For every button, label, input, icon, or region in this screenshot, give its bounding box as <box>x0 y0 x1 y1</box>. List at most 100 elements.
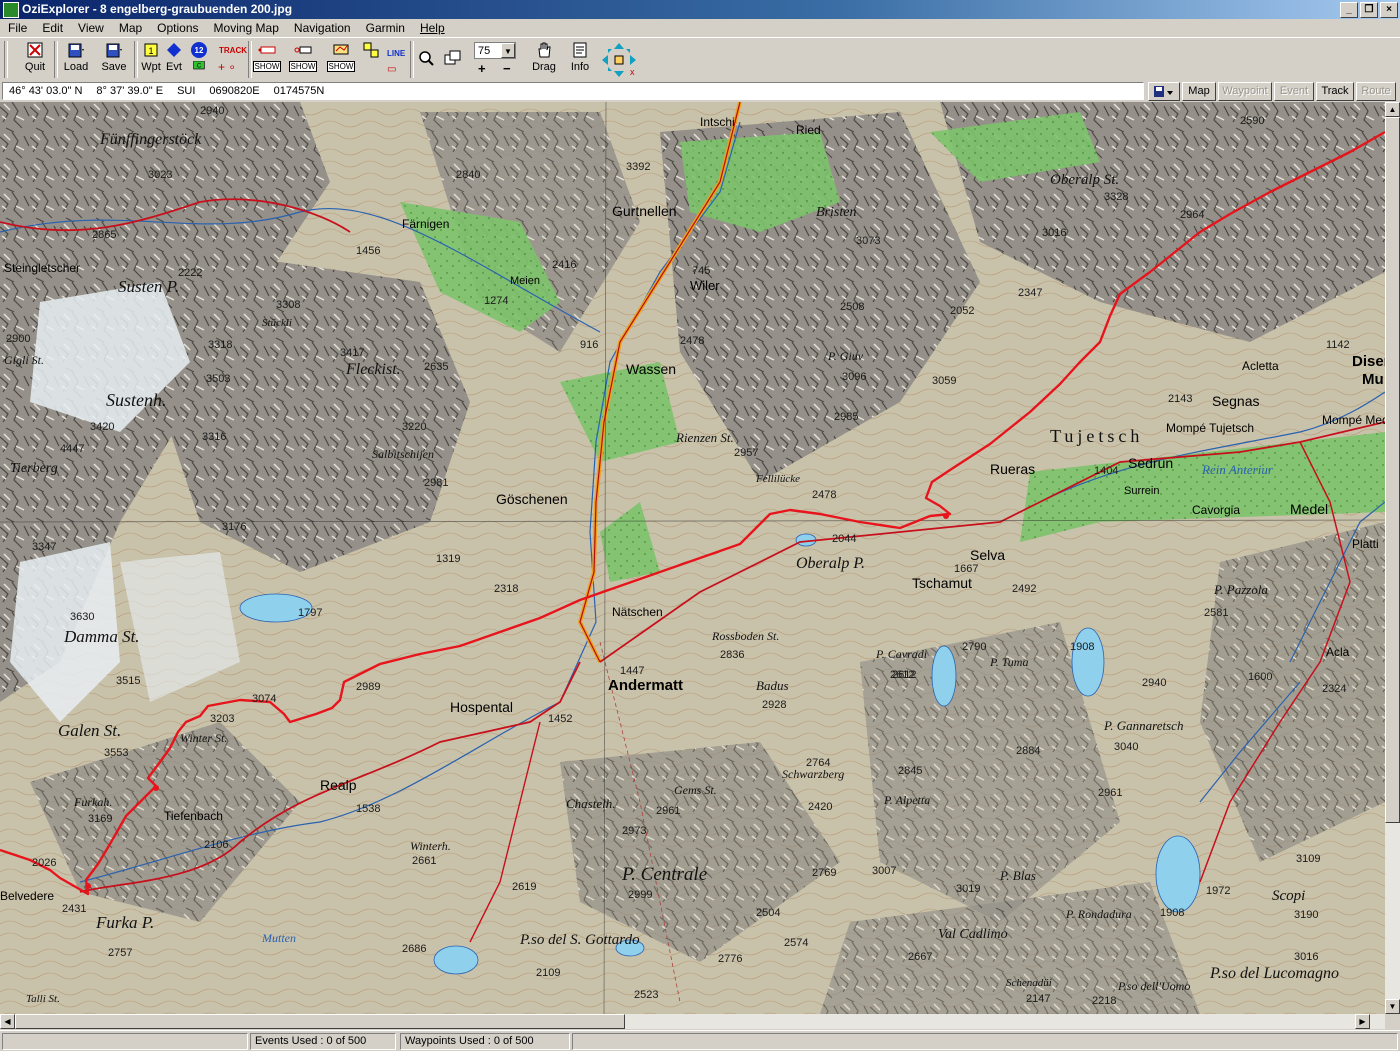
lake-oberalp <box>931 645 957 707</box>
vertical-scrollbar[interactable]: ▲ ▼ <box>1385 102 1400 1014</box>
menu-options[interactable]: Options <box>149 19 205 37</box>
longitude: 8° 37' 39.0" E <box>96 85 164 97</box>
info-button[interactable]: Info <box>566 41 594 79</box>
elev-label: 2845 <box>898 765 922 777</box>
load-label: Load <box>63 61 89 73</box>
zoom-dropdown-arrow[interactable]: ▼ <box>501 43 515 58</box>
elev-label: 2581 <box>1204 607 1228 619</box>
mode-route-button[interactable]: Route <box>1356 82 1396 101</box>
minimize-button[interactable]: _ <box>1340 2 1358 18</box>
track-number-badge[interactable]: 12 C <box>188 41 210 79</box>
label-tschamut: Tschamut <box>912 575 972 591</box>
show-tracks-button[interactable]: SHOW <box>326 41 356 79</box>
elev-label: 1908 <box>1070 641 1094 653</box>
elev-label: 2492 <box>1012 583 1036 595</box>
badge-icon: 12 <box>191 42 207 58</box>
scroll-left-arrow[interactable]: ◀ <box>0 1014 15 1029</box>
label-rueras: Rueras <box>990 461 1035 477</box>
latitude: 46° 43' 03.0" N <box>9 85 83 97</box>
horizontal-scrollbar[interactable]: ◀ ▶ <box>0 1014 1385 1029</box>
zoom-out-button[interactable]: − <box>503 61 511 76</box>
line-tool[interactable]: LINE ▭ <box>384 41 406 79</box>
close-button[interactable]: × <box>1380 2 1398 18</box>
disk-arrow-icon <box>1154 86 1173 97</box>
track-tool[interactable]: TRACK + ∘ <box>214 41 247 79</box>
elev-label: 2222 <box>178 267 202 279</box>
elev-label: 3040 <box>1114 741 1138 753</box>
elev-label: 2957 <box>734 447 758 459</box>
waypoint-bar-icon <box>258 46 276 54</box>
save-button[interactable]: Save <box>98 41 130 79</box>
save-dropdown-button[interactable] <box>1148 82 1180 101</box>
mode-waypoint-button[interactable]: Waypoint <box>1218 82 1272 101</box>
svg-text:12: 12 <box>195 46 204 55</box>
elev-label: 2318 <box>494 583 518 595</box>
menu-edit[interactable]: Edit <box>34 19 70 37</box>
label-ried: Ried <box>796 123 821 137</box>
show-waypoints-button[interactable]: SHOW <box>252 41 282 79</box>
menu-file[interactable]: File <box>0 19 34 37</box>
overview-button[interactable] <box>442 41 464 79</box>
label-lucomagno: P.so del Lucomagno <box>1209 965 1339 982</box>
waypoint-tool[interactable]: 1 Wpt <box>140 41 162 79</box>
label-talli-stock: Talli St. <box>26 993 60 1005</box>
elev-label: 1797 <box>298 607 322 619</box>
elev-label: 1600 <box>1248 671 1272 683</box>
menu-view[interactable]: View <box>70 19 111 37</box>
horizontal-scroll-thumb[interactable] <box>15 1014 625 1029</box>
drag-button[interactable]: Drag <box>528 41 560 79</box>
restore-button[interactable]: ❐ <box>1360 2 1378 18</box>
pan-control[interactable]: x <box>600 41 638 79</box>
label-goschenen: Göschenen <box>496 491 568 507</box>
mode-event-button[interactable]: Event <box>1274 82 1314 101</box>
label-susten-pass: Susten P. <box>118 277 179 296</box>
elev-label: 3318 <box>208 339 232 351</box>
elev-label: 2143 <box>1168 393 1192 405</box>
svg-text:C: C <box>197 64 202 70</box>
elev-label: 2661 <box>412 855 436 867</box>
zoom-in-button[interactable]: + <box>478 61 486 76</box>
scroll-down-arrow[interactable]: ▼ <box>1385 999 1400 1014</box>
find-button[interactable] <box>416 41 436 79</box>
elev-label: 2508 <box>840 301 864 313</box>
elev-label: 745 <box>692 265 710 277</box>
label-tujetsch: Tujetsch <box>1050 426 1143 446</box>
elev-label: 2999 <box>628 889 652 901</box>
quit-button[interactable]: Quit <box>22 41 48 79</box>
elev-label: 2218 <box>1092 995 1116 1007</box>
route-tool[interactable] <box>360 41 382 79</box>
event-tool[interactable]: Evt <box>164 41 184 79</box>
label-steingletscher: Steingletscher <box>4 261 80 275</box>
menu-moving-map[interactable]: Moving Map <box>206 19 286 37</box>
topo-map: Fünffingerstöck Steingletscher Susten P.… <box>0 102 1385 1014</box>
track-label: TRACK <box>219 46 247 55</box>
elev-label: 1404 <box>1094 465 1118 477</box>
line-label: LINE <box>387 49 406 58</box>
label-p-blas: P. Blas <box>999 868 1036 883</box>
elev-label: 3392 <box>626 161 650 173</box>
menu-garmin[interactable]: Garmin <box>358 19 412 37</box>
menu-help[interactable]: Help <box>412 19 452 37</box>
vertical-scroll-thumb[interactable] <box>1385 117 1400 823</box>
scroll-corner <box>1385 1014 1400 1029</box>
menu-map[interactable]: Map <box>111 19 149 37</box>
mode-map-button[interactable]: Map <box>1182 82 1216 101</box>
mode-track-button[interactable]: Track <box>1316 82 1354 101</box>
scroll-up-arrow[interactable]: ▲ <box>1385 102 1400 117</box>
label-gurtnellen: Gurtnellen <box>612 203 677 219</box>
elev-label: 3420 <box>90 421 114 433</box>
label-bristen: Bristen <box>816 205 856 220</box>
label-oberalp-stock: Oberalp St. <box>1050 172 1119 188</box>
elev-label: 2635 <box>424 361 448 373</box>
label-p-alpetta: P. Alpetta <box>883 793 930 807</box>
load-button[interactable]: Load <box>60 41 92 79</box>
elev-label: 3007 <box>872 865 896 877</box>
elev-label: 2836 <box>720 649 744 661</box>
map-canvas[interactable]: Fünffingerstöck Steingletscher Susten P.… <box>0 102 1385 1014</box>
elev-label: 916 <box>580 339 598 351</box>
route-icon <box>363 42 379 58</box>
show-events-button[interactable]: SHOW <box>288 41 318 79</box>
menu-navigation[interactable]: Navigation <box>286 19 358 37</box>
scroll-right-arrow[interactable]: ▶ <box>1355 1014 1370 1029</box>
elev-label: 2757 <box>108 947 132 959</box>
